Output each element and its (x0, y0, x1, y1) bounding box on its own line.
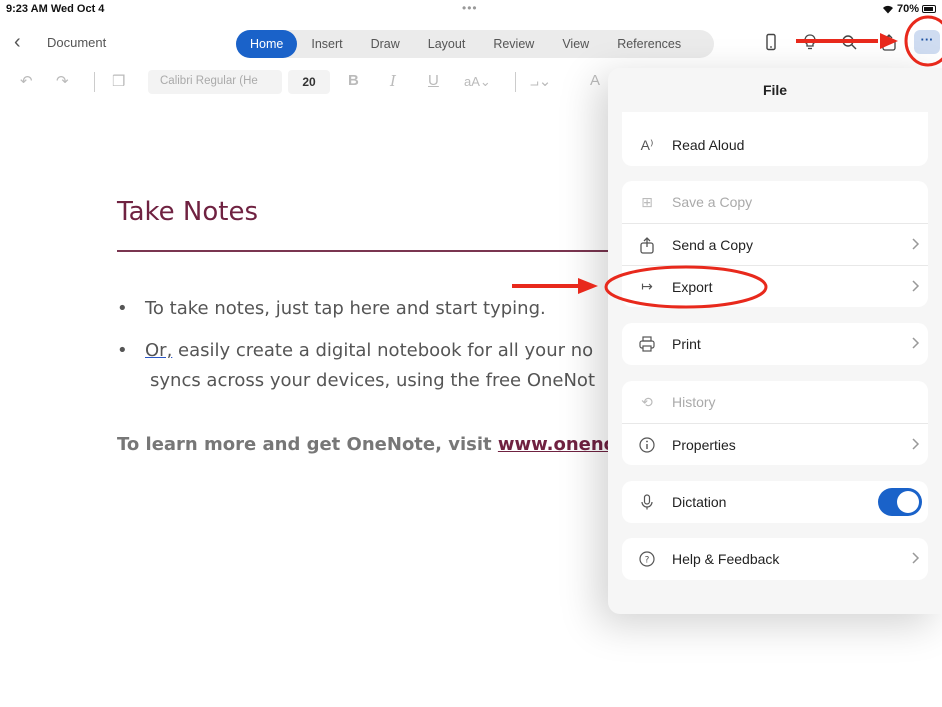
back-icon[interactable]: ‹ (14, 31, 21, 54)
tab-insert[interactable]: Insert (297, 30, 356, 58)
save-copy-icon: ⊞ (641, 193, 653, 210)
panel-group-copy: ⊞ Save a Copy Send a Copy ↦ Export (622, 181, 928, 307)
share-icon[interactable] (880, 33, 898, 51)
tab-review[interactable]: Review (479, 30, 548, 58)
export-label: Export (672, 278, 713, 295)
printer-icon (639, 336, 655, 352)
tab-home[interactable]: Home (236, 30, 298, 58)
history-label: History (672, 394, 716, 410)
status-right: 70% (882, 3, 936, 15)
toolbar-divider (94, 72, 95, 92)
file-panel: File A⁾ Read Aloud ⊞ Save a Copy Send a … (608, 68, 942, 614)
undo-icon[interactable]: ↶ (20, 72, 33, 90)
font-size-change-icon[interactable]: aA⌄ (464, 74, 491, 90)
document-name[interactable]: Document (47, 35, 106, 50)
chevron-right-icon (912, 280, 920, 292)
lightbulb-icon[interactable] (801, 33, 819, 51)
title-rule (117, 250, 627, 252)
svg-text:?: ? (645, 556, 650, 566)
bullet-item[interactable]: • Or, easily create a digital notebook fo… (117, 340, 593, 361)
info-icon (639, 436, 655, 453)
chevron-right-icon (912, 337, 920, 349)
learn-prefix: To learn more and get OneNote, visit (117, 434, 498, 455)
send-copy-label: Send a Copy (672, 236, 753, 253)
tab-view[interactable]: View (548, 30, 603, 58)
panel-group-dictation: Dictation (622, 481, 928, 523)
dictation-item[interactable]: Dictation (622, 481, 928, 523)
format-toolbar: ↶ ↷ ❒ Calibri Regular (He 20 B I U aA⌄ ⨼… (0, 66, 620, 96)
bullet-dot: • (117, 340, 128, 361)
underline-icon[interactable]: U (428, 72, 439, 89)
help-icon: ? (639, 551, 655, 567)
ribbon-tabs: Home Insert Draw Layout Review View Refe… (236, 30, 714, 58)
read-aloud-icon: A⁾ (640, 136, 654, 153)
wifi-icon (882, 5, 893, 14)
more-options-button[interactable]: ··· (914, 30, 940, 54)
toolbar-divider (515, 72, 516, 92)
file-panel-title: File (762, 82, 788, 98)
format-painter-icon[interactable]: ❒ (112, 72, 125, 90)
share-icon (640, 236, 654, 254)
properties-item[interactable]: Properties (622, 423, 928, 465)
bullet-text: easily create a digital notebook for all… (172, 340, 594, 361)
bullet-dot: • (117, 298, 128, 319)
highlight-icon[interactable]: ⨼⌄ (530, 72, 551, 90)
bullet-text: To take notes, just tap here and start t… (145, 298, 546, 319)
help-feedback-label: Help & Feedback (672, 551, 780, 567)
print-item[interactable]: Print (622, 323, 928, 365)
tab-layout[interactable]: Layout (414, 30, 480, 58)
history-icon: ⟲ (641, 393, 653, 410)
battery-percent: 70% (896, 3, 919, 15)
document-title[interactable]: Take Notes (117, 197, 258, 227)
font-color-icon[interactable]: A (590, 72, 600, 89)
top-toolbar: ‹ Document Home Insert Draw Layout Revie… (0, 26, 942, 60)
panel-group-read: A⁾ Read Aloud (622, 112, 928, 166)
export-icon: ↦ (641, 278, 653, 294)
search-icon[interactable] (840, 33, 858, 51)
chevron-right-icon (912, 438, 920, 450)
status-time: 9:23 AM Wed Oct 4 (6, 3, 105, 15)
read-aloud-label: Read Aloud (672, 137, 745, 153)
read-aloud-item[interactable]: A⁾ Read Aloud (622, 112, 928, 166)
print-label: Print (672, 336, 701, 352)
tab-references[interactable]: References (603, 30, 695, 58)
save-copy-label: Save a Copy (672, 194, 753, 210)
battery-icon (922, 5, 936, 13)
save-copy-item: ⊞ Save a Copy (622, 181, 928, 223)
font-name-field[interactable]: Calibri Regular (He (148, 70, 282, 94)
send-copy-item[interactable]: Send a Copy (622, 223, 928, 265)
panel-group-info: ⟲ History Properties (622, 381, 928, 465)
export-item[interactable]: ↦ Export (622, 265, 928, 307)
bullet-continuation: syncs across your devices, using the fre… (150, 370, 595, 391)
bold-icon[interactable]: B (348, 72, 359, 89)
bullet-link-text: Or, (145, 340, 173, 361)
properties-label: Properties (672, 436, 736, 453)
mobile-view-icon[interactable] (762, 33, 780, 51)
chevron-right-icon (912, 238, 920, 250)
font-size-field[interactable]: 20 (288, 70, 330, 94)
status-bar: 9:23 AM Wed Oct 4 ••• 70% (0, 0, 942, 22)
bullet-item[interactable]: • To take notes, just tap here and start … (117, 298, 546, 319)
chevron-right-icon (912, 552, 920, 564)
redo-icon[interactable]: ↷ (56, 72, 69, 90)
italic-icon[interactable]: I (390, 72, 396, 90)
learn-more-text[interactable]: To learn more and get OneNote, visit www… (117, 434, 637, 455)
history-item: ⟲ History (622, 381, 928, 423)
multitasking-dots-icon[interactable]: ••• (462, 1, 478, 15)
dictation-label: Dictation (672, 494, 727, 510)
panel-group-help: ? Help & Feedback (622, 538, 928, 580)
microphone-icon (641, 494, 653, 510)
dictation-toggle[interactable] (878, 488, 922, 516)
panel-group-print: Print (622, 323, 928, 365)
help-feedback-item[interactable]: ? Help & Feedback (622, 538, 928, 580)
tab-draw[interactable]: Draw (357, 30, 414, 58)
